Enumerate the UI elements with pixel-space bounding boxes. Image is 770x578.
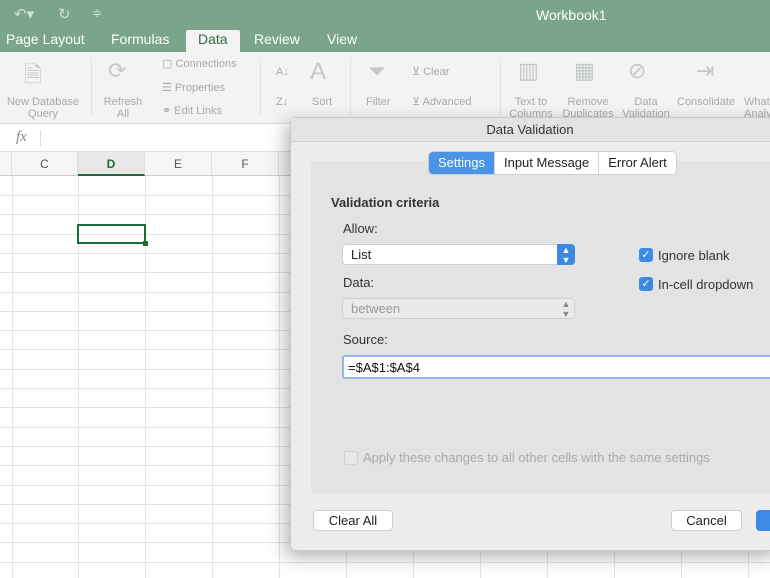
in-cell-dropdown-label: In-cell dropdown bbox=[658, 277, 754, 292]
customize-icon[interactable]: ≑ bbox=[92, 6, 102, 20]
grid-row-line bbox=[0, 562, 770, 563]
tab-data[interactable]: Data bbox=[186, 30, 240, 52]
ribbon: 🗎 New Database Query ⟳ Refresh All ▢ Con… bbox=[0, 52, 770, 124]
connections-label: Connections bbox=[175, 58, 237, 70]
divider bbox=[350, 58, 351, 116]
data-select[interactable]: between ▲ ▼ bbox=[342, 298, 575, 319]
properties-label: Properties bbox=[174, 82, 226, 94]
tab-settings[interactable]: Settings bbox=[429, 152, 495, 174]
ignore-blank-checkbox[interactable]: ✓ bbox=[639, 248, 653, 262]
tab-view[interactable]: View bbox=[327, 30, 357, 52]
grid-column-line bbox=[279, 176, 280, 578]
allow-value: List bbox=[351, 247, 372, 262]
allow-label: Allow: bbox=[343, 221, 378, 236]
clear-button[interactable]: ⊻ Clear bbox=[412, 66, 449, 78]
advanced-button[interactable]: ⊻ Advanced bbox=[412, 96, 471, 108]
tab-error-alert[interactable]: Error Alert bbox=[599, 152, 676, 174]
advanced-label: Advanced bbox=[422, 96, 472, 108]
apply-all-label: Apply these changes to all other cells w… bbox=[363, 450, 710, 465]
selected-cell[interactable] bbox=[77, 224, 148, 246]
refresh-icon: ⟳ bbox=[108, 58, 127, 83]
data-label: Data: bbox=[343, 275, 375, 290]
section-heading: Validation criteria bbox=[331, 195, 440, 210]
refresh-all-button[interactable]: Refresh All bbox=[98, 96, 148, 120]
clear-label: Clear bbox=[423, 66, 450, 78]
clear-all-button[interactable]: Clear All bbox=[313, 510, 393, 531]
consolidate-icon: ⇥ bbox=[696, 58, 715, 83]
grid-column-line bbox=[212, 176, 213, 578]
sort-ascending-icon[interactable]: A↓ bbox=[276, 66, 289, 78]
data-value: between bbox=[351, 301, 401, 316]
data-validation-icon: ⊘ bbox=[628, 58, 647, 83]
title-bar: ↶▾ ↻ ≑ Workbook1 Page Layout Formulas Da… bbox=[0, 0, 770, 52]
column-header-c[interactable]: C bbox=[12, 152, 78, 176]
undo-icon[interactable]: ↶▾ bbox=[14, 5, 34, 23]
sort-icon: A bbox=[310, 58, 327, 85]
edit-links-label: Edit Links bbox=[174, 105, 222, 117]
dialog-tabs: Settings Input Message Error Alert bbox=[429, 152, 676, 174]
connections-button[interactable]: ▢ Connections bbox=[162, 58, 237, 70]
in-cell-dropdown-checkbox[interactable]: ✓ bbox=[639, 277, 653, 291]
filter-button[interactable]: Filter bbox=[366, 96, 390, 108]
column-header-f[interactable]: F bbox=[212, 152, 279, 176]
chevron-updown-icon: ▲ ▼ bbox=[557, 244, 575, 265]
row-header-corner[interactable] bbox=[0, 152, 12, 176]
divider bbox=[260, 58, 261, 116]
column-header-d[interactable]: D bbox=[78, 152, 145, 176]
workbook-title: Workbook1 bbox=[536, 7, 607, 23]
tab-formulas[interactable]: Formulas bbox=[111, 30, 169, 52]
properties-button[interactable]: ☰ Properties bbox=[162, 82, 225, 94]
ok-button[interactable] bbox=[756, 510, 770, 531]
fill-handle[interactable] bbox=[143, 241, 148, 246]
sort-descending-icon[interactable]: Z↓ bbox=[276, 96, 288, 108]
chevron-updown-icon: ▲ ▼ bbox=[561, 299, 571, 319]
allow-select[interactable]: List ▲ ▼ bbox=[342, 244, 575, 265]
new-database-query-button[interactable]: New Database Query bbox=[2, 96, 84, 120]
consolidate-button[interactable]: Consolidate bbox=[677, 96, 735, 108]
settings-panel bbox=[311, 161, 770, 494]
text-to-columns-icon: ▥ bbox=[518, 58, 539, 83]
ignore-blank-label: Ignore blank bbox=[658, 248, 730, 263]
source-label: Source: bbox=[343, 332, 388, 347]
source-input[interactable]: =$A$1:$A$4 bbox=[342, 355, 770, 379]
database-icon: 🗎 bbox=[24, 62, 42, 87]
tab-input-message[interactable]: Input Message bbox=[495, 152, 600, 174]
tab-page-layout[interactable]: Page Layout bbox=[6, 30, 85, 52]
edit-links-button[interactable]: ⚭ Edit Links bbox=[162, 105, 222, 117]
divider bbox=[40, 130, 41, 146]
redo-icon[interactable]: ↻ bbox=[58, 5, 71, 23]
sort-button[interactable]: Sort bbox=[312, 96, 332, 108]
column-header-e[interactable]: E bbox=[145, 152, 212, 176]
function-icon[interactable]: fx bbox=[16, 129, 27, 146]
grid-column-line bbox=[12, 176, 13, 578]
filter-icon: ⏷ bbox=[368, 58, 386, 83]
apply-all-checkbox[interactable] bbox=[344, 451, 358, 465]
cancel-button[interactable]: Cancel bbox=[671, 510, 742, 531]
divider bbox=[500, 58, 501, 116]
divider bbox=[91, 58, 92, 116]
remove-duplicates-icon: ▦ bbox=[574, 58, 595, 83]
dialog-title: Data Validation bbox=[291, 118, 770, 142]
data-validation-dialog: Data Validation Settings Input Message E… bbox=[290, 117, 770, 551]
tab-review[interactable]: Review bbox=[254, 30, 300, 52]
